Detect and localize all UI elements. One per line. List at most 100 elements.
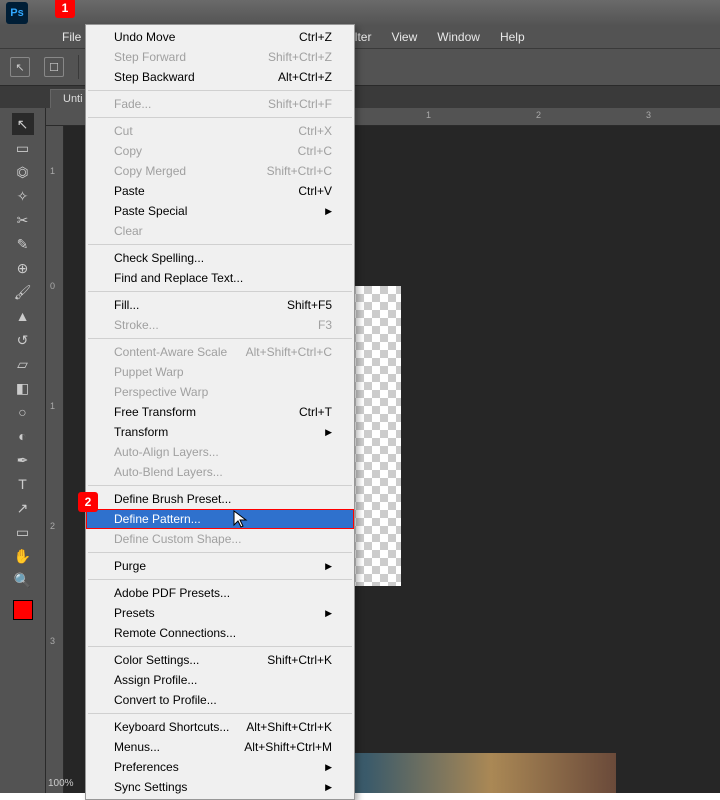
menu-item-check-spelling[interactable]: Check Spelling...: [86, 248, 354, 268]
menu-item-shortcut: Ctrl+X: [298, 124, 332, 138]
shape-tool[interactable]: ▭: [12, 521, 34, 543]
menu-separator: [88, 117, 352, 118]
type-tool[interactable]: T: [12, 473, 34, 495]
menu-item-transform[interactable]: Transform ▶: [86, 422, 354, 442]
submenu-arrow-icon: ▶: [325, 206, 332, 217]
menu-item-color-settings[interactable]: Color Settings...Shift+Ctrl+K: [86, 650, 354, 670]
menu-item-menus[interactable]: Menus...Alt+Shift+Ctrl+M: [86, 737, 354, 757]
menu-item-define-brush-preset[interactable]: Define Brush Preset...: [86, 489, 354, 509]
menu-item-label: Auto-Align Layers...: [114, 445, 219, 459]
submenu-arrow-icon: ▶: [325, 561, 332, 572]
marquee-tool[interactable]: ▭: [12, 137, 34, 159]
menu-item-shortcut: Ctrl+Z: [299, 30, 332, 44]
history-brush-tool[interactable]: ↺: [12, 329, 34, 351]
menu-item-label: Step Backward: [114, 70, 195, 84]
menu-item-step-forward: Step Forward Shift+Ctrl+Z: [86, 47, 354, 67]
menu-item-paste-special[interactable]: Paste Special▶: [86, 201, 354, 221]
menu-help[interactable]: Help: [490, 27, 535, 47]
menu-item-label: Content-Aware Scale: [114, 345, 227, 359]
menu-item-shortcut: Ctrl+T: [299, 405, 332, 419]
menu-item-convert-to-profile[interactable]: Convert to Profile...: [86, 690, 354, 710]
menu-item-fill[interactable]: Fill...Shift+F5: [86, 295, 354, 315]
menu-separator: [88, 579, 352, 580]
ruler-tick: 2: [536, 110, 541, 120]
eyedropper-tool[interactable]: ✎: [12, 233, 34, 255]
annotation-badge-2: 2: [78, 492, 98, 512]
magic-wand-tool[interactable]: ✧: [12, 185, 34, 207]
ruler-tick: 3: [646, 110, 651, 120]
menu-item-label: Copy Merged: [114, 164, 186, 178]
menu-item-step-backward[interactable]: Step BackwardAlt+Ctrl+Z: [86, 67, 354, 87]
menu-item-label: Purge: [114, 559, 146, 573]
menu-item-shortcut: Ctrl+C: [298, 144, 332, 158]
menu-view[interactable]: View: [381, 27, 427, 47]
menu-item-remote-connections[interactable]: Remote Connections...: [86, 623, 354, 643]
menu-item-undo-move[interactable]: Undo Move Ctrl+Z: [86, 27, 354, 47]
menu-item-auto-align-layers: Auto-Align Layers...: [86, 442, 354, 462]
menu-item-find-and-replace-text[interactable]: Find and Replace Text...: [86, 268, 354, 288]
menu-item-paste[interactable]: Paste Ctrl+V: [86, 181, 354, 201]
menu-item-clear: Clear: [86, 221, 354, 241]
menu-separator: [88, 338, 352, 339]
menu-item-shortcut: Shift+Ctrl+Z: [268, 50, 332, 64]
menu-item-label: Assign Profile...: [114, 673, 197, 687]
menu-item-presets[interactable]: Presets▶: [86, 603, 354, 623]
menu-item-label: Undo Move: [114, 30, 175, 44]
menu-item-shortcut: F3: [318, 318, 332, 332]
menu-item-label: Free Transform: [114, 405, 196, 419]
menu-item-sync-settings[interactable]: Sync Settings ▶: [86, 777, 354, 797]
move-tool-indicator[interactable]: ↖: [10, 57, 30, 77]
menu-item-define-custom-shape: Define Custom Shape...: [86, 529, 354, 549]
zoom-tool[interactable]: 🔍: [12, 569, 34, 591]
toolbox: ↖▭⏣✧✂✎⊕🖌▲↺▱◧○◐✒T↗▭✋🔍: [0, 108, 46, 793]
crop-tool[interactable]: ✂: [12, 209, 34, 231]
menu-item-label: Sync Settings: [114, 780, 187, 794]
ruler-tick: 2: [50, 521, 55, 531]
healing-tool[interactable]: ⊕: [12, 257, 34, 279]
menu-item-label: Preferences: [114, 760, 179, 774]
stamp-tool[interactable]: ▲: [12, 305, 34, 327]
menu-item-label: Find and Replace Text...: [114, 271, 243, 285]
ruler-tick: 1: [426, 110, 431, 120]
menu-item-auto-blend-layers: Auto-Blend Layers...: [86, 462, 354, 482]
menu-window[interactable]: Window: [427, 27, 490, 47]
menu-item-preferences[interactable]: Preferences▶: [86, 757, 354, 777]
menu-item-adobe-pdf-presets[interactable]: Adobe PDF Presets...: [86, 583, 354, 603]
ruler-tick: 0: [50, 281, 55, 291]
menu-item-shortcut: Ctrl+V: [298, 184, 332, 198]
menu-item-label: Presets: [114, 606, 155, 620]
eraser-tool[interactable]: ▱: [12, 353, 34, 375]
menu-item-shortcut: Alt+Shift+Ctrl+M: [244, 740, 332, 754]
menu-item-define-pattern[interactable]: Define Pattern...: [86, 509, 354, 529]
menu-item-label: Check Spelling...: [114, 251, 204, 265]
lasso-tool[interactable]: ⏣: [12, 161, 34, 183]
menu-item-label: Step Forward: [114, 50, 186, 64]
menu-item-puppet-warp: Puppet Warp: [86, 362, 354, 382]
menu-item-assign-profile[interactable]: Assign Profile...: [86, 670, 354, 690]
submenu-arrow-icon: ▶: [325, 782, 332, 793]
brush-tool[interactable]: 🖌: [12, 281, 34, 303]
menu-item-free-transform[interactable]: Free Transform Ctrl+T: [86, 402, 354, 422]
menu-item-shortcut: Alt+Shift+Ctrl+C: [246, 345, 332, 359]
path-tool[interactable]: ↗: [12, 497, 34, 519]
pen-tool[interactable]: ✒: [12, 449, 34, 471]
edit-menu-dropdown: Undo MoveCtrl+ZStep ForwardShift+Ctrl+ZS…: [85, 24, 355, 800]
menu-item-label: Transform: [114, 425, 168, 439]
menu-item-keyboard-shortcuts[interactable]: Keyboard Shortcuts...Alt+Shift+Ctrl+K: [86, 717, 354, 737]
submenu-arrow-icon: ▶: [325, 427, 332, 438]
auto-select-checkbox[interactable]: ☐: [44, 57, 64, 77]
menu-item-label: Auto-Blend Layers...: [114, 465, 223, 479]
dodge-tool[interactable]: ◐: [12, 425, 34, 447]
hand-tool[interactable]: ✋: [12, 545, 34, 567]
menu-item-label: Copy: [114, 144, 142, 158]
menu-item-purge[interactable]: Purge ▶: [86, 556, 354, 576]
menu-item-label: Paste: [114, 184, 145, 198]
zoom-level[interactable]: 100%: [48, 778, 74, 789]
foreground-swatch[interactable]: [13, 600, 33, 620]
move-tool[interactable]: ↖: [12, 113, 34, 135]
gradient-tool[interactable]: ◧: [12, 377, 34, 399]
menu-separator: [88, 485, 352, 486]
menu-item-label: Define Brush Preset...: [114, 492, 231, 506]
blur-tool[interactable]: ○: [12, 401, 34, 423]
menu-separator: [88, 646, 352, 647]
